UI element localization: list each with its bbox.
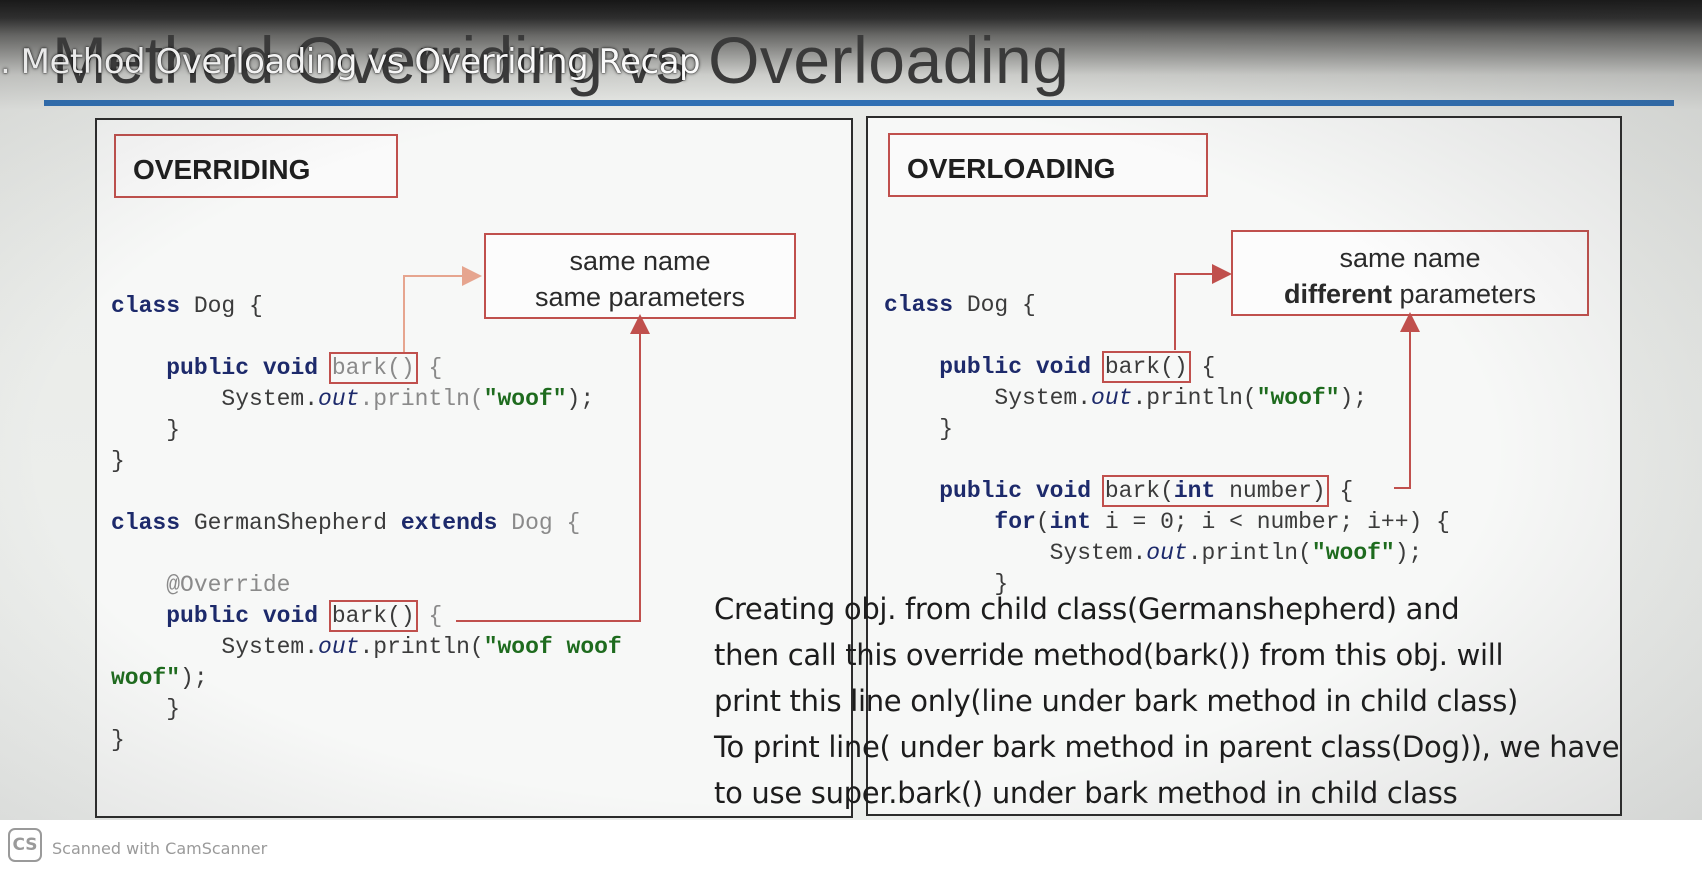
code-text: i = 0; i < number; i++) { <box>1091 509 1450 535</box>
code-text: .println( <box>359 386 484 412</box>
code-text: } <box>111 448 125 474</box>
code-keyword: int <box>1049 509 1092 535</box>
code-italic: out <box>318 386 360 412</box>
code-keyword: public void <box>939 478 1092 504</box>
code-keyword: int <box>1173 478 1216 504</box>
note-line: then call this override method(bark()) f… <box>714 638 1504 672</box>
code-text: number) <box>1215 478 1326 504</box>
code-keyword: for <box>994 509 1036 535</box>
code-text: Dog { <box>953 292 1036 318</box>
code-string: "woof" <box>1311 540 1395 566</box>
camscanner-watermark: Scanned with CamScanner <box>52 839 268 858</box>
code-text: ); <box>1339 385 1368 411</box>
code-string: "woof" <box>483 386 567 412</box>
overloading-bark-highlight: bark() <box>1101 351 1191 383</box>
overloading-callout-line1: same name <box>1339 243 1481 273</box>
title-rule <box>44 100 1674 106</box>
code-text: { <box>414 603 443 629</box>
code-text: System. <box>221 634 319 660</box>
handwritten-note: Creating obj. from child class(Germanshe… <box>714 586 1620 816</box>
overriding-heading: OVERRIDING <box>114 134 398 198</box>
code-text: System. <box>221 386 319 412</box>
overriding-child-bark-highlight: bark() <box>328 600 418 632</box>
code-text: System. <box>994 385 1092 411</box>
code-keyword: public void <box>166 603 319 629</box>
note-line: to use super.bark() under bark method in… <box>714 776 1458 810</box>
override-annotation: @Override <box>166 572 291 598</box>
code-keyword: public void <box>166 355 319 381</box>
note-line: print this line only(line under bark met… <box>714 684 1519 718</box>
code-text: .println( <box>1132 385 1257 411</box>
code-string: woof" <box>111 665 181 691</box>
code-text: ); <box>1394 540 1423 566</box>
code-text: { <box>414 355 443 381</box>
code-text: } <box>166 417 181 443</box>
code-text: .println( <box>1187 540 1312 566</box>
code-keyword: public void <box>939 354 1092 380</box>
slide-photo: Method Overriding vs Overloading . Metho… <box>0 0 1702 820</box>
code-keyword: class <box>884 292 954 318</box>
note-line: To print line( under bark method in pare… <box>714 730 1620 764</box>
code-text: .println( <box>359 634 484 660</box>
lecture-overlay-title: . Method Overloading vs Overriding Recap <box>0 42 701 82</box>
code-string: "woof woof <box>483 634 622 660</box>
code-text: } <box>166 696 181 722</box>
code-string: "woof" <box>1256 385 1340 411</box>
code-italic: out <box>1146 540 1188 566</box>
code-text: { <box>1187 354 1216 380</box>
code-keyword: class <box>111 293 181 319</box>
code-text: } <box>939 416 954 442</box>
overloading-heading: OVERLOADING <box>888 133 1208 197</box>
code-text: } <box>111 727 125 753</box>
code-italic: out <box>318 634 360 660</box>
overriding-bark-highlight: bark() <box>328 352 418 384</box>
code-text: System. <box>1049 540 1147 566</box>
overloading-code: class Dog { public void bark() { System.… <box>884 290 1450 600</box>
code-italic: out <box>1091 385 1133 411</box>
camscanner-logo-icon: CS <box>8 828 42 862</box>
code-keyword: extends <box>400 510 498 536</box>
overriding-code: class Dog { public void bark() { System.… <box>111 291 622 756</box>
code-text: ( <box>1035 509 1050 535</box>
code-text: Dog { <box>180 293 263 319</box>
note-line: Creating obj. from child class(Germanshe… <box>714 592 1460 626</box>
code-text: ); <box>566 386 595 412</box>
overriding-callout-line1: same name <box>569 246 711 276</box>
code-text: GermanShepherd <box>180 510 401 536</box>
code-text: Dog { <box>497 510 581 536</box>
overloading-bark-int-highlight: bark(int number) <box>1101 475 1329 507</box>
code-keyword: class <box>111 510 181 536</box>
code-text: bark( <box>1104 478 1174 504</box>
code-text: ); <box>180 665 208 691</box>
code-text: { <box>1325 478 1354 504</box>
